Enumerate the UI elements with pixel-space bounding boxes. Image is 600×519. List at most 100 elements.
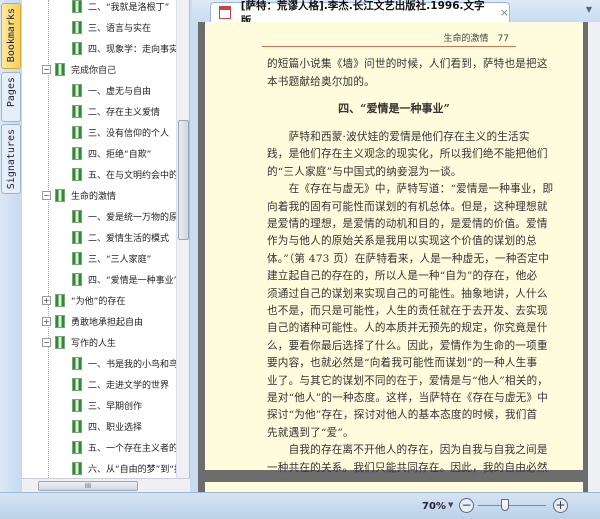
- bookmark-label: 一、虚无与自由: [88, 86, 152, 97]
- zoom-in-button[interactable]: +: [553, 498, 568, 513]
- bookmark-label: “为他”的存在: [71, 296, 126, 307]
- bookmark-label: 三、早期创作: [88, 401, 143, 412]
- tab-bookmarks[interactable]: Bookmarks: [1, 3, 21, 69]
- text-line: 要内容，也就必然是“向着我可能性而谋划”的一种人生事: [267, 357, 538, 370]
- bookmark-item[interactable]: 二、走进文学的世界: [72, 375, 169, 393]
- bookmark-item[interactable]: 一、虚无与自由: [72, 81, 151, 99]
- bookmark-label: 四、现象学：走向事实本身: [88, 44, 190, 55]
- tree-horizontal-scrollbar[interactable]: III: [22, 478, 190, 492]
- bookmark-icon: [55, 188, 65, 202]
- status-bar: 70% ▼ − +: [0, 492, 600, 519]
- bookmark-item[interactable]: 四、拒绝“自欺”: [72, 144, 151, 162]
- bookmark-icon: [55, 335, 65, 349]
- text-line: 萨特和西蒙·波伏娃的爱情是他们存在主义的生活实: [267, 131, 530, 143]
- text-line: 须通过自己的谋划来实现自己的可能性。抽象地讲，人什么: [267, 287, 548, 300]
- bookmark-icon: [72, 230, 82, 244]
- bookmark-label: 二、存在主义爱情: [88, 107, 161, 118]
- collapse-icon[interactable]: −: [42, 64, 51, 74]
- expand-icon[interactable]: +: [42, 316, 51, 326]
- bookmark-icon: [72, 146, 82, 160]
- bookmark-icon: [55, 62, 65, 76]
- text-line: 体。”（第 473 页）在萨特看来，人是一种虚无，一种否定中: [267, 252, 550, 265]
- text-line: 的“三人家庭”与中国式的纳妾混为一谈。: [267, 165, 462, 178]
- text-line: 践，是他们存在主义观念的现实化，所以我们绝不能把他们: [267, 148, 548, 161]
- bookmark-item[interactable]: 一、书是我的小鸟和鸟窝: [72, 354, 187, 372]
- tree-vertical-scrollbar[interactable]: [176, 0, 189, 478]
- text-line: 自我的存在离不开他人的存在，因为自我与自我之间是: [267, 444, 548, 457]
- bookmark-item[interactable]: 四、现象学：走向事实本身: [72, 39, 190, 57]
- zoom-slider[interactable]: [478, 505, 546, 506]
- bookmark-icon: [72, 461, 82, 475]
- tab-signatures[interactable]: Signatures: [1, 124, 21, 194]
- bookmark-icon: [72, 41, 82, 55]
- collapse-icon[interactable]: −: [42, 190, 51, 200]
- bookmark-icon: [55, 314, 65, 328]
- scroll-thumb[interactable]: [178, 120, 189, 240]
- bookmark-item[interactable]: − 写作的人生: [42, 333, 116, 351]
- bookmark-item[interactable]: 一、爱是统一万物的原则吗？: [72, 207, 189, 225]
- bookmark-item[interactable]: 二、“我就是洛根丁”: [72, 0, 169, 15]
- header-rule: [262, 46, 516, 47]
- bookmark-item[interactable]: − 生命的激情: [42, 186, 116, 204]
- bookmark-icon: [72, 104, 82, 118]
- section-heading: 四、“爱情是一种事业”: [338, 102, 450, 115]
- running-head: 生命的激情 77: [443, 34, 509, 44]
- bookmark-icon: [72, 251, 82, 265]
- bookmark-item[interactable]: 五、一个存在主义者的美学观: [72, 438, 189, 456]
- text-line: 自己的诸种可能性。人的本质并无预先的规定，你究竟是什: [267, 322, 548, 335]
- text-line: 么，要看你最后选择了什么。因此，爱情作为生命的一项重: [267, 339, 548, 352]
- bookmark-label: 勇敢地承担起自由: [71, 317, 144, 328]
- close-tab-button[interactable]: ×: [500, 6, 509, 19]
- bookmark-label: 三、“三人家庭”: [88, 254, 152, 265]
- bookmark-item[interactable]: − 完成你自己: [42, 60, 116, 78]
- collapse-icon[interactable]: −: [42, 337, 51, 347]
- text-line: 作为与他人的原始关系是我用以实现这个价值的谋划的总: [267, 235, 537, 248]
- scroll-thumb[interactable]: III: [38, 481, 138, 491]
- bookmark-item[interactable]: 三、“三人家庭”: [72, 249, 151, 267]
- bookmark-label: 二、走进文学的世界: [88, 380, 170, 391]
- bookmark-icon: [72, 440, 82, 454]
- bookmark-label: 三、没有信仰的个人: [88, 128, 170, 139]
- text-line: 在《存在与虚无》中，萨特写道：“爱情是一种事业，即: [267, 183, 554, 196]
- zoom-level[interactable]: 70%: [422, 501, 446, 512]
- bookmark-item[interactable]: + “为他”的存在: [42, 291, 125, 309]
- bookmark-item[interactable]: 三、早期创作: [72, 396, 142, 414]
- bookmark-item[interactable]: 三、没有信仰的个人: [72, 123, 169, 141]
- zoom-out-button[interactable]: −: [459, 498, 474, 513]
- bookmark-item[interactable]: 二、爱情生活的模式: [72, 228, 169, 246]
- bookmark-item[interactable]: 四、职业选择: [72, 417, 142, 435]
- bookmark-icon: [72, 125, 82, 139]
- text-line: 先就遇到了“爱”。: [267, 426, 354, 439]
- document-tab[interactable]: [萨特：荒谬人格].李杰.长江文艺出版社.1996.文字版 ×: [210, 0, 510, 27]
- text-line: 建立起自己的存在的，所以人是一种“自为”的存在，他必: [267, 270, 538, 283]
- pdf-page: 生命的激情 77 的短篇小说集《墙》问世的时候，人们看到，萨特也是把这 本书题献给…: [205, 22, 583, 474]
- bookmark-label: 生命的激情: [71, 191, 117, 202]
- expand-icon[interactable]: +: [42, 295, 51, 305]
- bookmark-icon: [55, 293, 65, 307]
- pdf-file-icon: [219, 6, 231, 19]
- bookmark-label: 二、“我就是洛根丁”: [88, 2, 170, 13]
- bookmark-item[interactable]: + 勇敢地承担起自由: [42, 312, 143, 330]
- tab-pages[interactable]: Pages: [1, 72, 21, 122]
- bookmark-item[interactable]: 二、存在主义爱情: [72, 102, 160, 120]
- bookmark-item[interactable]: 五、在与文明约会中的哲学: [72, 165, 190, 183]
- side-panel-tabs: Bookmarks Pages Signatures: [0, 0, 22, 492]
- bookmark-label: 五、在与文明约会中的哲学: [88, 170, 190, 181]
- bookmark-item[interactable]: 四、“爱情是一种事业”: [72, 270, 178, 288]
- bookmark-icon: [72, 209, 82, 223]
- bookmark-label: 写作的人生: [71, 338, 117, 349]
- text-line: 向着我的固有可能性而谋划的有机总体。但是，这种理想就: [267, 200, 548, 213]
- document-vertical-scrollbar[interactable]: [588, 22, 600, 492]
- bookmark-item[interactable]: 六、从“自由的梦”到“投入战斗”: [72, 459, 189, 477]
- tab-list-dropdown-icon[interactable]: ▼: [586, 5, 592, 14]
- zoom-slider-thumb[interactable]: [501, 499, 509, 511]
- bookmark-label: 一、书是我的小鸟和鸟窝: [88, 359, 188, 370]
- zoom-dropdown-icon[interactable]: ▼: [448, 501, 453, 509]
- bookmark-label: 二、爱情生活的模式: [88, 233, 170, 244]
- bookmark-icon: [72, 377, 82, 391]
- bookmark-icon: [72, 356, 82, 370]
- text-line: 是对“他人”的一种态度。这样，当萨特在《存在与虚无》中: [267, 392, 549, 404]
- bookmark-item[interactable]: 三、语言与实在: [72, 18, 151, 36]
- text-line: 一种共在的关系。我们只能共同存在。因此，我的自由必然: [267, 461, 548, 474]
- text-line: 业了。与其它的谋划不同的在于，爱情是与“他人”相关的，: [267, 374, 549, 387]
